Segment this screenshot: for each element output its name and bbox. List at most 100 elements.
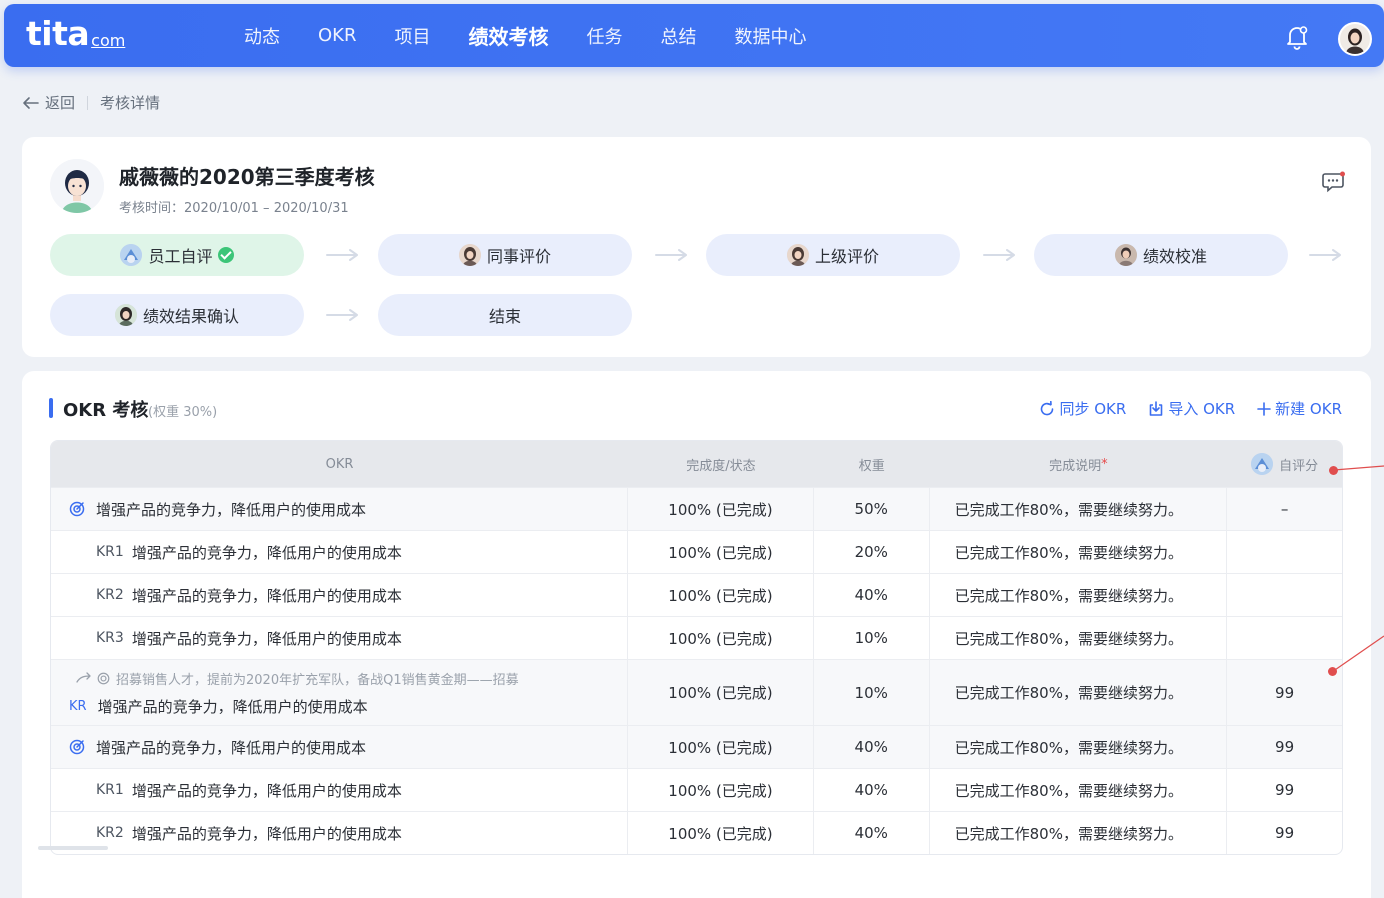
kr-tag: KR1 [96,782,124,798]
score-cell[interactable]: 99 [1227,812,1342,854]
table-row[interactable]: KR1 增强产品的竞争力，降低用户的使用成本 100% (已完成) 40% 已完… [51,768,1342,811]
col-weight: 权重 [858,458,885,474]
new-okr-button[interactable]: 新建 OKR [1257,398,1342,419]
score-cell[interactable]: 99 [1227,769,1342,811]
note-cell[interactable]: 已完成工作80%，需要继续努力。 [930,617,1228,659]
nav-item-projects[interactable]: 项目 [394,23,430,49]
kr-text: 增强产品的竞争力，降低用户的使用成本 [131,629,402,648]
plus-icon [1257,401,1271,416]
table-row[interactable]: KR2 增强产品的竞争力，降低用户的使用成本 100% (已完成) 40% 已完… [51,811,1342,854]
link-arrow-icon [76,672,91,683]
step-avatar [458,244,481,266]
horizontal-scrollbar[interactable] [38,846,108,850]
progress-cell: 100% (已完成) [628,574,814,616]
nav-menu: 动态 OKR 项目 绩效考核 任务 总结 数据中心 [244,4,844,67]
sync-okr-button[interactable]: 同步 OKR [1039,398,1126,419]
step-avatar [114,304,137,326]
nav-item-summary[interactable]: 总结 [660,23,696,49]
notification-bell-icon[interactable] [1284,24,1310,50]
table-row[interactable]: KR3 增强产品的竞争力，降低用户的使用成本 100% (已完成) 10% 已完… [51,616,1342,659]
note-cell[interactable]: 已完成工作80%，需要继续努力。 [930,531,1228,573]
required-mark: * [1101,456,1108,472]
col-okr: OKR [325,456,354,472]
score-cell[interactable]: – [1227,488,1342,530]
note-cell[interactable]: 已完成工作80%，需要继续努力。 [930,812,1228,854]
kr-tag: KR3 [96,630,124,646]
table-row[interactable]: KR1 增强产品的竞争力，降低用户的使用成本 100% (已完成) 20% 已完… [51,530,1342,573]
note-cell[interactable]: 已完成工作80%，需要继续努力。 [930,726,1228,768]
note-cell[interactable]: 已完成工作80%，需要继续努力。 [930,769,1228,811]
kr-text: 增强产品的竞争力，降低用户的使用成本 [131,543,402,562]
arrow-left-icon [23,96,39,109]
weight-cell: 40% [814,574,930,616]
flow-arrow-icon [983,249,1015,261]
annotation-line [1332,635,1384,673]
progress-cell: 100% (已完成) [628,617,814,659]
score-cell[interactable]: 99 [1227,726,1342,768]
table-row[interactable]: 招募销售人才，提前为2020年扩充军队，备战Q1销售黄金期——招募 KR 增强产… [51,659,1342,725]
col-note: 完成说明 * [930,441,1228,487]
step-result-confirm[interactable]: 绩效结果确认 [50,294,304,336]
parent-okr[interactable]: 招募销售人才，提前为2020年扩充军队，备战Q1销售黄金期——招募 [75,669,519,688]
step-self-review[interactable]: 员工自评 [50,234,304,276]
self-avatar [1251,453,1274,475]
okr-section-weight: (权重 30%) [148,405,218,420]
okr-cell: 增强产品的竞争力，降低用户的使用成本 [51,488,629,530]
flow-arrow-icon [655,249,687,261]
note-cell[interactable]: 已完成工作80%，需要继续努力。 [930,574,1228,616]
nav-item-data-center[interactable]: 数据中心 [734,23,806,49]
okr-table: OKR 完成度/状态 权重 完成说明 * 自评分 增强产品的竞争力，降低用户的使用… [50,440,1343,855]
weight-cell: 40% [814,812,930,854]
objective-text: 增强产品的竞争力，降低用户的使用成本 [96,500,367,519]
progress-cell: 100% (已完成) [628,660,814,725]
note-cell[interactable]: 已完成工作80%，需要继续努力。 [930,488,1228,530]
new-okr-label: 新建 OKR [1275,400,1342,418]
nav-item-feed[interactable]: 动态 [244,23,280,49]
score-cell[interactable] [1227,617,1342,659]
nav-item-okr[interactable]: OKR [318,25,356,46]
okr-cell: KR2 增强产品的竞争力，降低用户的使用成本 [51,812,629,854]
tita-logo[interactable]: tita com [26,16,125,52]
okr-cell: KR1 增强产品的竞争力，降低用户的使用成本 [51,769,629,811]
nav-item-performance[interactable]: 绩效考核 [468,21,548,50]
user-avatar[interactable] [1338,22,1372,56]
comment-icon[interactable] [1322,171,1346,193]
okr-cell: 招募销售人才，提前为2020年扩充军队，备战Q1销售黄金期——招募 KR 增强产… [51,660,629,725]
score-cell[interactable] [1227,574,1342,616]
weight-cell: 10% [814,660,930,725]
nav-item-tasks[interactable]: 任务 [586,23,622,49]
import-okr-button[interactable]: 导入 OKR [1148,398,1235,419]
refresh-icon [1041,400,1054,415]
table-row[interactable]: 增强产品的竞争力，降低用户的使用成本 100% (已完成) 40% 已完成工作8… [51,725,1342,768]
objective-target-icon [97,672,110,684]
score-cell[interactable]: 99 [1227,660,1342,725]
logo-suffix: com [91,31,126,50]
weight-cell: 50% [814,488,930,530]
step-avatar [120,244,143,266]
section-accent-bar [49,398,53,418]
table-row[interactable]: KR2 增强产品的竞争力，降低用户的使用成本 100% (已完成) 40% 已完… [51,573,1342,616]
kr-tag: KR2 [96,825,124,841]
kr-tag: KR1 [96,544,124,560]
note-cell[interactable]: 已完成工作80%，需要继续努力。 [930,660,1228,725]
flow-arrow-icon [326,249,358,261]
back-link[interactable]: 返回 [22,92,75,113]
review-header-card: 戚薇薇的2020第三季度考核 考核时间：2020/10/01 – 2020/10… [22,137,1371,357]
progress-cell: 100% (已完成) [628,769,814,811]
step-calibration[interactable]: 绩效校准 [1034,234,1288,276]
objective-target-icon [69,501,85,517]
weight-cell: 10% [814,617,930,659]
annotation-line [1334,465,1384,471]
step-end[interactable]: 结束 [378,294,632,336]
top-navbar: tita com 动态 OKR 项目 绩效考核 任务 总结 数据中心 [4,4,1384,67]
breadcrumb: 返回 考核详情 [22,92,160,113]
back-label: 返回 [45,94,76,112]
step-manager-review[interactable]: 上级评价 [706,234,960,276]
step-peer-review[interactable]: 同事评价 [378,234,632,276]
table-row[interactable]: 增强产品的竞争力，降低用户的使用成本 100% (已完成) 50% 已完成工作8… [51,487,1342,530]
score-cell[interactable] [1227,531,1342,573]
import-icon [1150,400,1163,416]
step-avatar [1114,244,1137,266]
kr-text: 增强产品的竞争力，降低用户的使用成本 [131,824,402,843]
check-circle-icon [217,247,234,263]
